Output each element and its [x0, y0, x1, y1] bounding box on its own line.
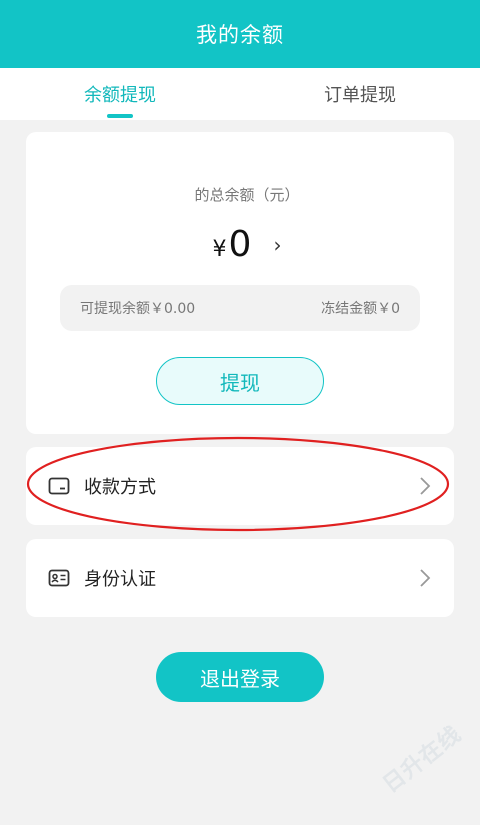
available-balance: 可提现余额￥0.00 — [80, 301, 196, 317]
sub-balance-panel: 可提现余额￥0.00 冻结金额￥0 — [60, 285, 420, 331]
chevron-right-icon — [420, 569, 431, 587]
total-balance-label: 的总余额（元） — [194, 186, 300, 204]
payment-method-row[interactable]: 收款方式 — [26, 447, 454, 525]
page-title: 我的余额 — [196, 23, 284, 47]
total-balance-amount: 0 — [228, 224, 252, 265]
withdraw-button[interactable]: 提现 — [156, 357, 324, 405]
tab-order-withdraw[interactable]: 订单提现 — [240, 68, 480, 120]
tab-bar: 余额提现 订单提现 — [0, 68, 480, 120]
identity-verification-label: 身份认证 — [84, 569, 156, 590]
watermark: 日升在线 — [378, 721, 467, 799]
id-card-icon — [48, 569, 70, 587]
frozen-balance: 冻结金额￥0 — [321, 301, 400, 317]
tab-order-withdraw-label: 订单提现 — [324, 85, 396, 106]
chevron-right-icon — [420, 477, 431, 495]
card-icon — [48, 477, 70, 495]
header-bar: 我的余额 — [0, 0, 480, 68]
total-balance-row[interactable]: ¥ 0 › — [26, 224, 454, 265]
chevron-right-icon[interactable]: › — [273, 233, 281, 257]
currency-symbol: ¥ — [212, 237, 227, 262]
tab-active-indicator — [107, 114, 133, 118]
payment-method-label: 收款方式 — [84, 477, 156, 498]
logout-button[interactable]: 退出登录 — [156, 652, 324, 702]
tab-balance-withdraw[interactable]: 余额提现 — [0, 68, 240, 120]
tab-balance-withdraw-label: 余额提现 — [84, 85, 156, 106]
balance-card: 的总余额（元） ¥ 0 › 可提现余额￥0.00 冻结金额￥0 提现 — [26, 132, 454, 434]
identity-verification-row[interactable]: 身份认证 — [26, 539, 454, 617]
